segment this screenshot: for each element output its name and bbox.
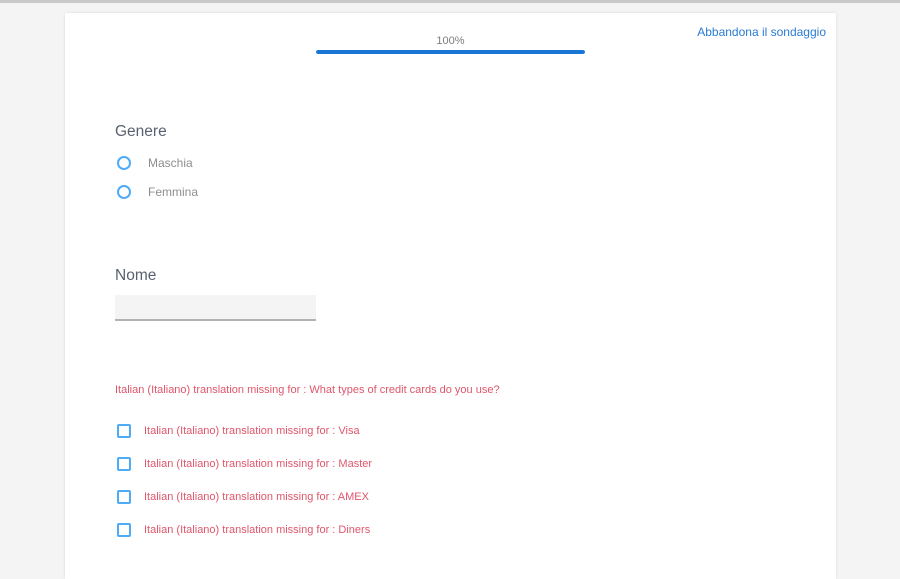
checkbox-option-label: Italian (Italiano) translation missing f… (144, 524, 370, 536)
survey-page: 100% Abbandona il sondaggio Genere Masch… (0, 0, 900, 579)
checkbox[interactable] (117, 457, 131, 471)
checkbox[interactable] (117, 490, 131, 504)
progress-fill (316, 50, 585, 54)
checkbox[interactable] (117, 523, 131, 537)
radio-option-label: Femmina (148, 185, 198, 199)
checkbox[interactable] (117, 424, 131, 438)
name-question-title: Nome (115, 267, 156, 284)
abandon-survey-link[interactable]: Abbandona il sondaggio (697, 25, 826, 39)
radio-button[interactable] (117, 156, 131, 170)
progress-track (316, 50, 585, 54)
top-border (0, 0, 900, 3)
checkbox-option-diners[interactable]: Italian (Italiano) translation missing f… (117, 522, 370, 538)
checkbox-option-label: Italian (Italiano) translation missing f… (144, 425, 360, 437)
credit-cards-question-title: Italian (Italiano) translation missing f… (115, 384, 500, 397)
radio-option-femmina[interactable]: Femmina (117, 184, 198, 200)
name-input[interactable] (115, 295, 316, 321)
progress-bar: 100% (316, 35, 585, 54)
radio-button[interactable] (117, 185, 131, 199)
checkbox-option-label: Italian (Italiano) translation missing f… (144, 458, 372, 470)
radio-option-maschia[interactable]: Maschia (117, 155, 193, 171)
checkbox-option-visa[interactable]: Italian (Italiano) translation missing f… (117, 423, 360, 439)
radio-option-label: Maschia (148, 156, 193, 170)
checkbox-option-label: Italian (Italiano) translation missing f… (144, 491, 369, 503)
checkbox-option-amex[interactable]: Italian (Italiano) translation missing f… (117, 489, 369, 505)
gender-question-title: Genere (115, 123, 167, 140)
progress-percent-label: 100% (316, 35, 585, 47)
checkbox-option-master[interactable]: Italian (Italiano) translation missing f… (117, 456, 372, 472)
survey-panel: 100% Abbandona il sondaggio Genere Masch… (65, 13, 836, 579)
